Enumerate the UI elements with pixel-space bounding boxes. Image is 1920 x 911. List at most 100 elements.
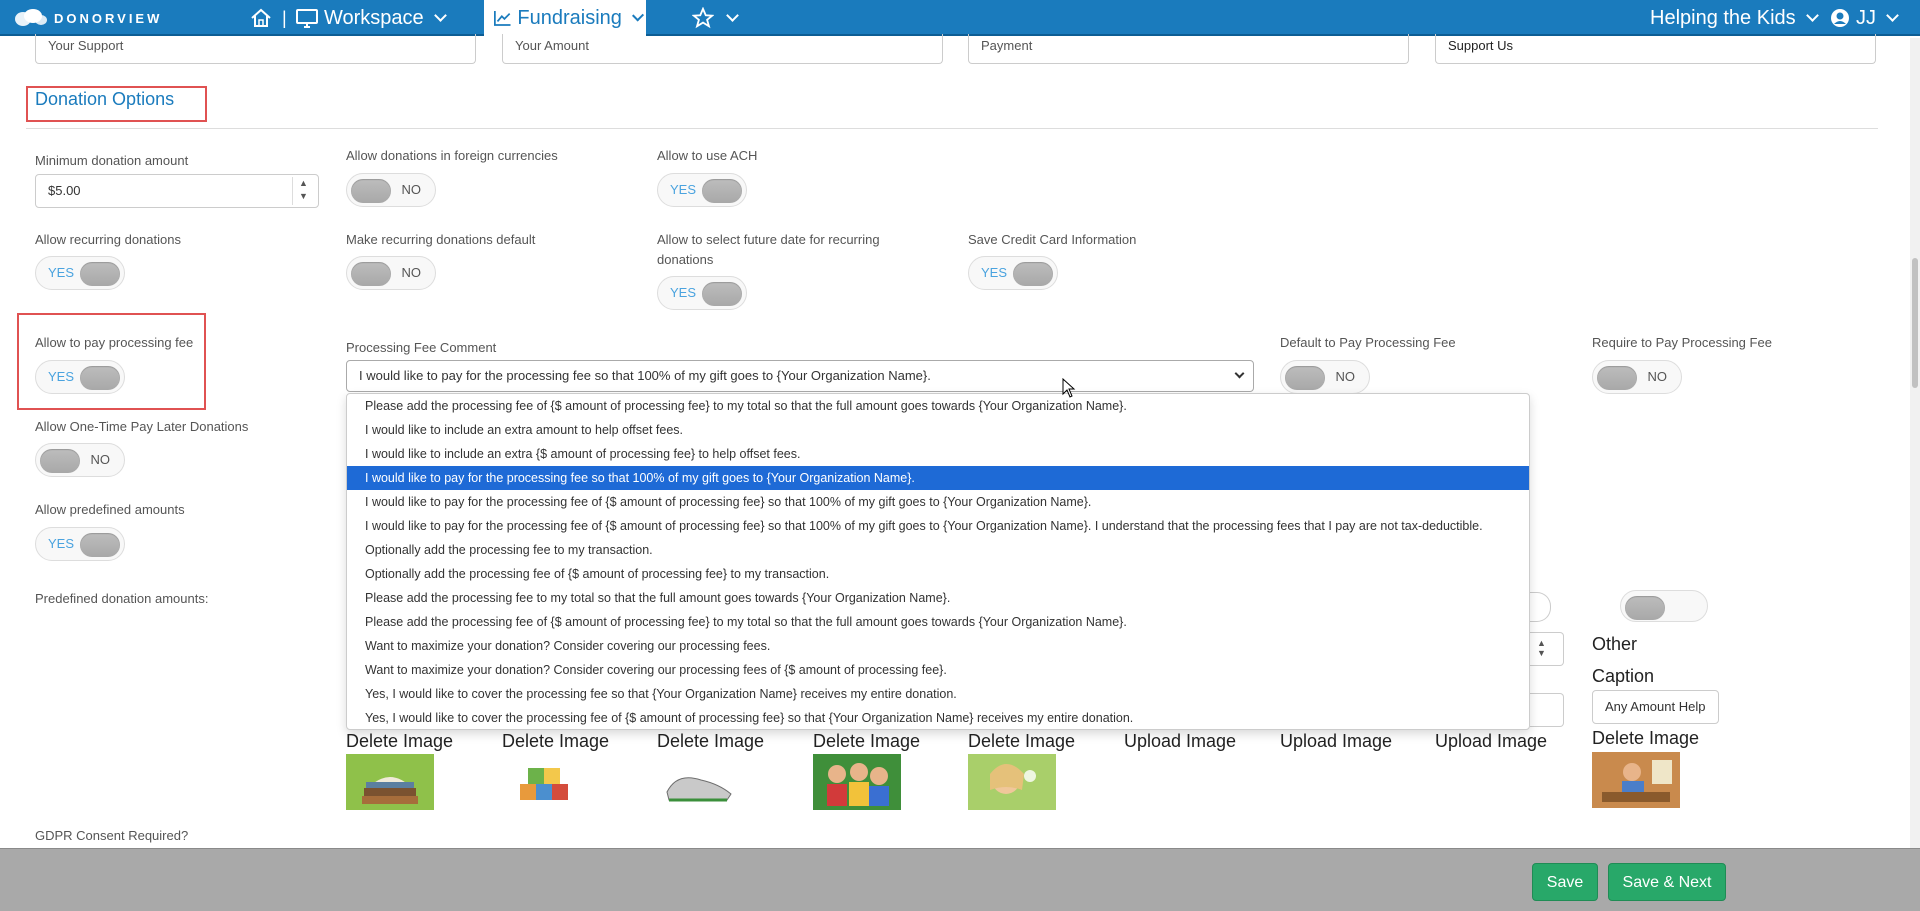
predefined-label: Allow predefined amounts: [35, 502, 185, 517]
toggle-knob: [702, 282, 742, 306]
toggle-knob: [1285, 366, 1325, 390]
vertical-scrollbar[interactable]: [1910, 38, 1920, 848]
recurring-toggle[interactable]: YES: [35, 256, 125, 290]
future-date-toggle[interactable]: YES: [657, 276, 747, 310]
dropdown-option[interactable]: Optionally add the processing fee to my …: [347, 538, 1529, 562]
chevron-down-icon: [726, 8, 739, 22]
dropdown-option[interactable]: I would like to pay for the processing f…: [347, 490, 1529, 514]
upload-image-link[interactable]: Upload Image: [1124, 731, 1236, 752]
require-fee-label: Require to Pay Processing Fee: [1592, 335, 1772, 350]
dropdown-option[interactable]: Want to maximize your donation? Consider…: [347, 658, 1529, 682]
predefined-amounts-label: Predefined donation amounts:: [35, 591, 209, 606]
toggle-knob: [80, 533, 120, 557]
workspace-menu[interactable]: Workspace: [296, 0, 449, 36]
delete-image-link[interactable]: Delete Image: [346, 731, 453, 752]
upload-image-link[interactable]: Upload Image: [1280, 731, 1392, 752]
dropdown-option-selected[interactable]: I would like to pay for the processing f…: [347, 466, 1529, 490]
dropdown-option[interactable]: Please add the processing fee to my tota…: [347, 586, 1529, 610]
toggle-text: YES: [670, 285, 697, 300]
logo[interactable]: DONORVIEW: [14, 8, 162, 28]
dropdown-option[interactable]: Please add the processing fee of {$ amou…: [347, 610, 1529, 634]
save-cc-label: Save Credit Card Information: [968, 232, 1137, 247]
field-value: Payment: [981, 38, 1033, 53]
dropdown-option[interactable]: Want to maximize your donation? Consider…: [347, 634, 1529, 658]
dropdown-option[interactable]: Yes, I would like to cover the processin…: [347, 706, 1529, 729]
dropdown-option[interactable]: I would like to pay for the processing f…: [347, 514, 1529, 538]
fee-comment-value: I would like to pay for the processing f…: [359, 368, 931, 383]
amount-title-field[interactable]: Your Amount: [502, 34, 943, 64]
delete-image-link[interactable]: Delete Image: [502, 731, 609, 752]
nav-separator: |: [282, 7, 287, 28]
fee-comment-dropdown[interactable]: Please add the processing fee of {$ amou…: [346, 393, 1530, 730]
min-amount-input[interactable]: $5.00 ▲ ▼: [35, 174, 319, 208]
recurring-default-toggle[interactable]: NO: [346, 256, 436, 290]
organization-menu[interactable]: Helping the Kids: [1650, 0, 1821, 36]
delete-image-link[interactable]: Delete Image: [1592, 728, 1699, 749]
caption-value: Any Amount Help: [1605, 699, 1706, 714]
section-title: Donation Options: [35, 89, 175, 109]
divider: [26, 128, 1878, 129]
workspace-label: Workspace: [324, 6, 424, 29]
other-label: Other: [1592, 634, 1638, 654]
home-nav[interactable]: |: [250, 0, 287, 36]
dropdown-option[interactable]: I would like to include an extra {$ amou…: [347, 442, 1529, 466]
toggle-text: YES: [48, 265, 75, 280]
default-fee-toggle[interactable]: NO: [1280, 360, 1370, 394]
organization-label: Helping the Kids: [1650, 6, 1796, 29]
toggle-text: NO: [401, 182, 422, 197]
delete-image-link[interactable]: Delete Image: [657, 731, 764, 752]
toggle-text: NO: [90, 452, 111, 467]
pay-later-toggle[interactable]: NO: [35, 443, 125, 477]
toggle-knob: [1625, 596, 1665, 620]
fee-comment-select[interactable]: I would like to pay for the processing f…: [346, 360, 1254, 392]
payment-title-field[interactable]: Payment: [968, 34, 1409, 64]
monitor-icon: [296, 9, 318, 28]
gdpr-label: GDPR Consent Required?: [35, 828, 189, 843]
toggle-text: NO: [1335, 369, 1356, 384]
scrollbar-thumb[interactable]: [1912, 258, 1918, 388]
require-fee-toggle[interactable]: NO: [1592, 360, 1682, 394]
home-icon[interactable]: [250, 8, 272, 28]
dropdown-option[interactable]: Please add the processing fee of {$ amou…: [347, 394, 1529, 418]
toggle-text: YES: [670, 182, 697, 197]
processing-fee-toggle[interactable]: YES: [35, 360, 125, 394]
save-button[interactable]: Save: [1532, 863, 1598, 901]
chevron-down-icon: [433, 8, 447, 22]
foreign-currency-toggle[interactable]: NO: [346, 173, 436, 207]
delete-image-link[interactable]: Delete Image: [813, 731, 920, 752]
chart-line-icon: [494, 11, 511, 26]
caption-label: Caption: [1592, 666, 1655, 686]
other-amount-toggle[interactable]: [1620, 590, 1708, 622]
dropdown-option[interactable]: Yes, I would like to cover the processin…: [347, 682, 1529, 706]
user-menu[interactable]: JJ: [1830, 0, 1901, 36]
favorites-menu[interactable]: [692, 0, 741, 36]
field-value: Support Us: [1448, 38, 1514, 53]
mouse-cursor-icon: [1062, 378, 1076, 398]
classroom-thumbnail: [1592, 752, 1680, 808]
amount-spinner[interactable]: ▲ ▼: [292, 177, 314, 205]
pay-later-label: Allow One-Time Pay Later Donations: [35, 419, 249, 434]
caption-input[interactable]: Any Amount Help: [1592, 690, 1719, 724]
partial-input[interactable]: [1530, 693, 1564, 727]
predefined-toggle[interactable]: YES: [35, 527, 125, 561]
toggle-knob: [1597, 366, 1637, 390]
ach-label: Allow to use ACH: [657, 148, 758, 163]
books-thumbnail: [346, 754, 434, 810]
support-us-field[interactable]: Support Us: [1435, 34, 1876, 64]
save-cc-toggle[interactable]: YES: [968, 256, 1058, 290]
toggle-text: NO: [401, 265, 422, 280]
upload-image-link[interactable]: Upload Image: [1435, 731, 1547, 752]
fundraising-menu[interactable]: Fundraising: [484, 0, 646, 36]
save-next-button[interactable]: Save & Next: [1608, 863, 1726, 901]
future-date-label: Allow to select future date for recurrin…: [657, 232, 880, 267]
toggle-knob: [351, 262, 391, 286]
dropdown-option[interactable]: Optionally add the processing fee of {$ …: [347, 562, 1529, 586]
shoes-thumbnail: [657, 754, 745, 810]
dropdown-option[interactable]: I would like to include an extra amount …: [347, 418, 1529, 442]
ach-toggle[interactable]: YES: [657, 173, 747, 207]
min-amount-value: $5.00: [48, 183, 81, 198]
support-title-field[interactable]: Your Support: [35, 34, 476, 64]
chevron-down-icon: [1805, 8, 1819, 22]
delete-image-link[interactable]: Delete Image: [968, 731, 1075, 752]
girl-thumbnail: [968, 754, 1056, 810]
